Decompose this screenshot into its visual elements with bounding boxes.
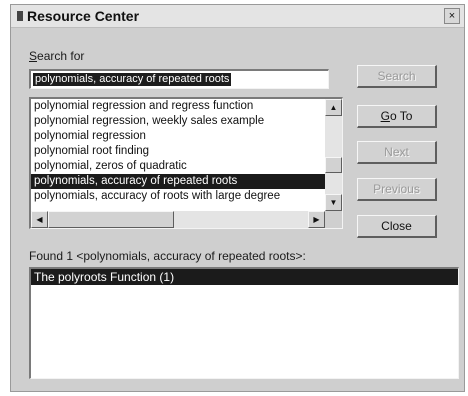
next-button[interactable]: Next: [357, 141, 437, 164]
close-button[interactable]: Close: [357, 215, 437, 238]
topic-list-item[interactable]: polynomials, accuracy of repeated roots: [31, 174, 325, 189]
topic-list-item[interactable]: polynomial, zeros of quadratic: [31, 159, 325, 174]
topic-list-item[interactable]: polynomial regression: [31, 129, 325, 144]
vertical-scroll-thumb[interactable]: [325, 157, 342, 173]
resource-center-dialog: Resource Center × Search for polynomials…: [10, 4, 465, 392]
scroll-corner: [325, 211, 342, 228]
topic-list-item[interactable]: polynomial root finding: [31, 144, 325, 159]
scroll-down-icon[interactable]: ▼: [325, 194, 342, 211]
close-icon[interactable]: ×: [444, 8, 460, 24]
horizontal-scroll-thumb[interactable]: [48, 211, 174, 228]
found-label: Found 1 <polynomials, accuracy of repeat…: [29, 249, 306, 263]
topic-list-item[interactable]: polynomial regression, weekly sales exam…: [31, 114, 325, 129]
results-list[interactable]: The polyroots Function (1): [29, 267, 459, 379]
go-to-button[interactable]: Go To: [357, 105, 437, 128]
topic-list-box[interactable]: polynomial regression and regress functi…: [29, 97, 343, 229]
window-menu-icon[interactable]: [17, 11, 23, 21]
horizontal-scrollbar[interactable]: ◀ ▶: [31, 211, 325, 228]
search-input-value: polynomials, accuracy of repeated roots: [33, 73, 232, 86]
scroll-left-icon[interactable]: ◀: [31, 211, 48, 228]
result-list-item[interactable]: The polyroots Function (1): [31, 269, 458, 285]
search-button[interactable]: Search: [357, 65, 437, 88]
vertical-scrollbar[interactable]: ▲ ▼: [325, 99, 342, 211]
title-bar[interactable]: Resource Center ×: [11, 5, 464, 28]
search-for-label: Search for: [29, 49, 85, 63]
scroll-up-icon[interactable]: ▲: [325, 99, 342, 116]
window-title: Resource Center: [27, 8, 140, 24]
topic-list-item[interactable]: polynomial regression and regress functi…: [31, 99, 325, 114]
search-input[interactable]: polynomials, accuracy of repeated roots: [29, 69, 329, 89]
topic-list[interactable]: polynomial regression and regress functi…: [31, 99, 325, 211]
scroll-right-icon[interactable]: ▶: [308, 211, 325, 228]
topic-list-item[interactable]: polynomials, accuracy of roots with larg…: [31, 189, 325, 204]
previous-button[interactable]: Previous: [357, 178, 437, 201]
